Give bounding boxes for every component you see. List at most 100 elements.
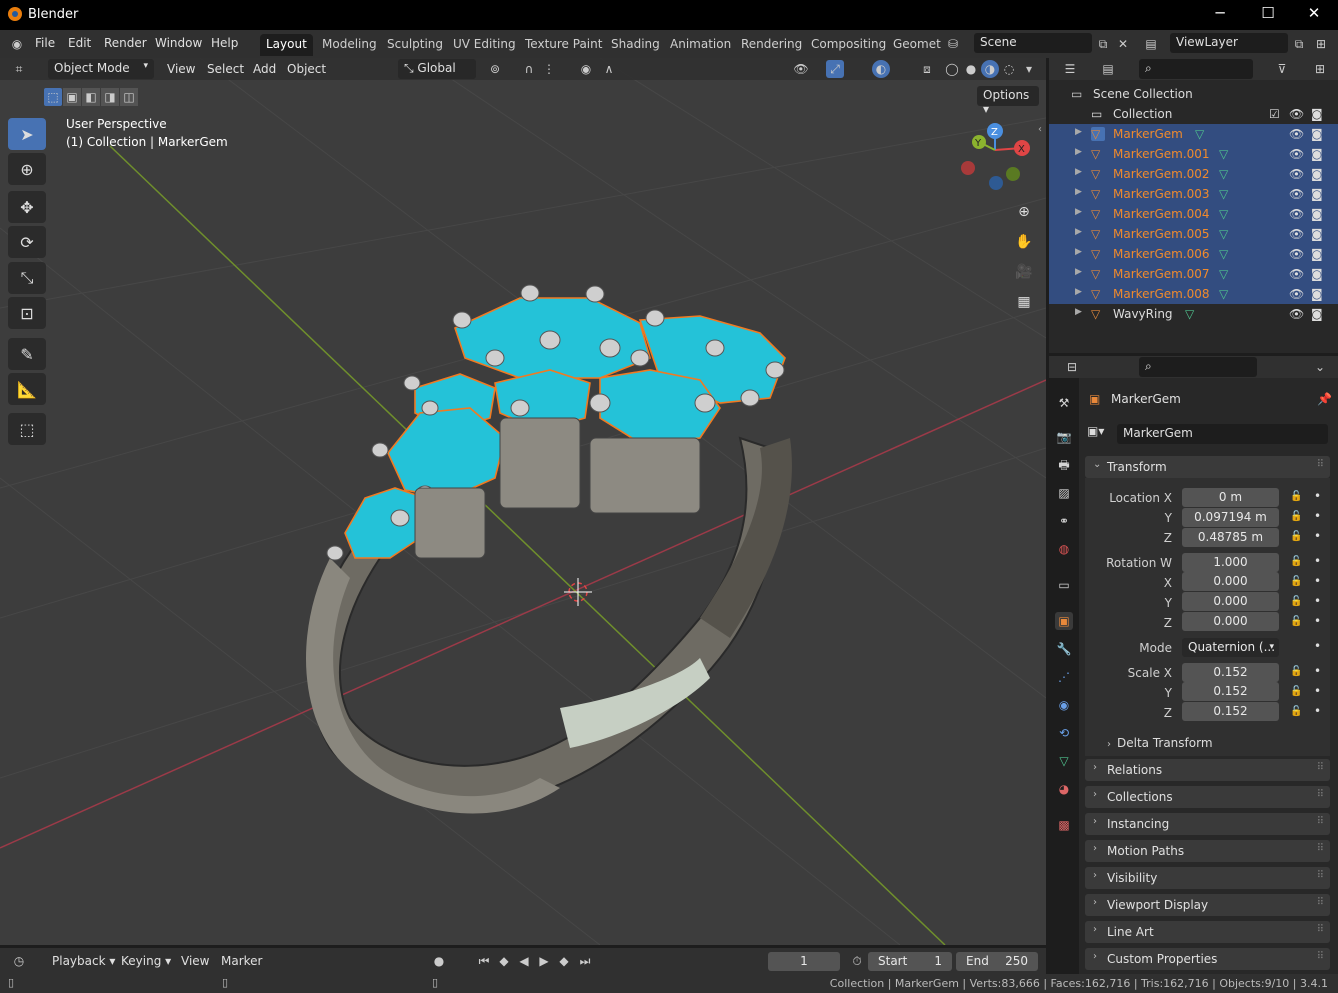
measure-tool[interactable]: 📐 (8, 373, 46, 405)
panel-collections[interactable]: › Collections ⠿ (1085, 786, 1330, 808)
modifier-tab-icon[interactable]: 🔧 (1055, 640, 1073, 658)
panel-instancing[interactable]: › Instancing ⠿ (1085, 813, 1330, 835)
outliner-item[interactable]: ▶ ▽ MarkerGem.005 ▽ 👁 ◙ (1049, 224, 1338, 244)
menu-edit[interactable]: Edit (68, 36, 91, 50)
object-name-field[interactable]: MarkerGem (1117, 424, 1328, 444)
perspective-toggle-icon[interactable]: ▦ (1012, 290, 1036, 314)
rotation-y-field[interactable]: 0.000 (1182, 592, 1279, 611)
options-dropdown[interactable]: Options ▾ (977, 86, 1039, 116)
mesh-data-icon[interactable]: ▽ (1195, 127, 1204, 141)
eye-icon[interactable]: 👁 (1289, 147, 1304, 161)
blender-menu-icon[interactable]: ◉ (8, 35, 26, 53)
rendered-shading-icon[interactable]: ◌ (1000, 60, 1018, 78)
mesh-data-icon[interactable]: ▽ (1219, 187, 1228, 201)
camera-view-icon[interactable]: 🎥 (1012, 260, 1036, 284)
record-icon[interactable]: ● (430, 952, 448, 970)
falloff-icon[interactable]: ∧ (600, 60, 618, 78)
expand-arrow-icon[interactable]: ▶ (1075, 227, 1082, 237)
menu-file[interactable]: File (35, 36, 55, 50)
timeline-menu-marker[interactable]: Marker (221, 954, 262, 968)
expand-arrow-icon[interactable]: ▶ (1075, 307, 1082, 317)
rotation-w-field[interactable]: 1.000 (1182, 553, 1279, 572)
camera-icon[interactable]: ◙ (1311, 127, 1323, 141)
keyframe-dot-icon[interactable]: • (1314, 574, 1321, 588)
expand-arrow-icon[interactable]: ▶ (1075, 287, 1082, 297)
tool-tab-icon[interactable]: ⚒ (1055, 394, 1073, 412)
outliner-item[interactable]: ▶ ▽ MarkerGem.007 ▽ 👁 ◙ (1049, 264, 1338, 284)
menu-help[interactable]: Help (211, 36, 238, 50)
timeline-menu-view[interactable]: View (181, 954, 209, 968)
menu-window[interactable]: Window (155, 36, 202, 50)
location-y-field[interactable]: 0.097194 m (1182, 508, 1279, 527)
lock-icon[interactable]: 🔓 (1290, 706, 1302, 717)
panel-relations[interactable]: › Relations ⠿ (1085, 759, 1330, 781)
editor-type-icon[interactable]: ⌗ (10, 60, 28, 78)
keyframe-dot-icon[interactable]: • (1314, 704, 1321, 718)
prev-keyframe-icon[interactable]: ◆ (495, 952, 513, 970)
rotation-x-field[interactable]: 0.000 (1182, 572, 1279, 591)
lock-icon[interactable]: 🔓 (1290, 666, 1302, 677)
texture-tab-icon[interactable]: ▩ (1055, 816, 1073, 834)
camera-icon[interactable]: ◙ (1311, 187, 1323, 201)
eye-icon[interactable]: 👁 (1289, 247, 1304, 261)
expand-arrow-icon[interactable]: ▶ (1075, 147, 1082, 157)
output-tab-icon[interactable]: 🖶 (1055, 456, 1073, 474)
keyframe-dot-icon[interactable]: • (1314, 554, 1321, 568)
lock-icon[interactable]: 🔓 (1290, 576, 1302, 587)
stopwatch-icon[interactable]: ⏱ (848, 952, 866, 970)
lock-icon[interactable]: 🔓 (1290, 491, 1302, 502)
zoom-icon[interactable]: ⊕ (1012, 200, 1036, 224)
view-layer-tab-icon[interactable]: ▨ (1055, 484, 1073, 502)
select-extend-icon[interactable]: ▣ (63, 88, 81, 106)
visibility-icon[interactable]: 👁 (792, 60, 810, 78)
lock-icon[interactable]: 🔓 (1290, 531, 1302, 542)
select-subtract-icon[interactable]: ◧ (82, 88, 100, 106)
object-browse-icon[interactable]: ▣▾ (1087, 424, 1117, 444)
new-collection-icon[interactable]: ⊞ (1311, 60, 1329, 78)
jump-end-icon[interactable]: ⏭ (576, 952, 594, 970)
expand-arrow-icon[interactable]: ▶ (1075, 167, 1082, 177)
drag-grip-icon[interactable]: ⠿ (1317, 762, 1324, 773)
cursor-tool[interactable]: ⊕ (8, 153, 46, 185)
tab-animation[interactable]: Animation (664, 34, 737, 56)
eye-icon[interactable]: 👁 (1289, 227, 1304, 241)
new-scene-icon[interactable]: ⧉ (1094, 35, 1112, 53)
add-view-layer-icon[interactable]: ⊞ (1312, 35, 1330, 53)
select-box-tool[interactable]: ➤ (8, 118, 46, 150)
viewport-scene[interactable]: X Z Y (0, 58, 1046, 945)
tab-geometry-nodes[interactable]: Geomet (887, 34, 947, 56)
camera-icon[interactable]: ◙ (1311, 247, 1323, 261)
render-tab-icon[interactable]: 📷 (1055, 428, 1073, 446)
current-frame-field[interactable]: 1 (768, 952, 840, 971)
scale-z-field[interactable]: 0.152 (1182, 702, 1279, 721)
view-layer-field[interactable]: ViewLayer (1170, 33, 1288, 53)
jump-start-icon[interactable]: ⏮ (475, 952, 493, 970)
end-frame-field[interactable]: End 250 (956, 952, 1038, 971)
scale-x-field[interactable]: 0.152 (1182, 663, 1279, 682)
tab-compositing[interactable]: Compositing (805, 34, 892, 56)
eye-icon[interactable]: 👁 (1289, 187, 1304, 201)
lock-icon[interactable]: 🔓 (1290, 511, 1302, 522)
viewport-menu-select[interactable]: Select (207, 62, 244, 76)
tab-texture-paint[interactable]: Texture Paint (519, 34, 608, 56)
keyframe-dot-icon[interactable]: • (1314, 684, 1321, 698)
scale-y-field[interactable]: 0.152 (1182, 682, 1279, 701)
view-layer-icon[interactable]: ▤ (1142, 35, 1160, 53)
properties-editor-type-icon[interactable]: ⊟ (1063, 358, 1081, 376)
proportional-edit-icon[interactable]: ◉ (577, 60, 595, 78)
eye-icon[interactable]: 👁 (1289, 207, 1304, 221)
drag-grip-icon[interactable]: ⠿ (1317, 951, 1324, 962)
keyframe-dot-icon[interactable]: • (1314, 664, 1321, 678)
delete-scene-icon[interactable]: ✕ (1114, 35, 1132, 53)
material-tab-icon[interactable]: ◕ (1055, 780, 1073, 798)
eye-icon[interactable]: 👁 (1289, 307, 1304, 321)
expand-arrow-icon[interactable]: ▶ (1075, 127, 1082, 137)
outliner-item[interactable]: ▶ ▽ MarkerGem.002 ▽ 👁 ◙ (1049, 164, 1338, 184)
world-tab-icon[interactable]: ◍ (1055, 540, 1073, 558)
outliner-item[interactable]: ▶ ▽ MarkerGem.004 ▽ 👁 ◙ (1049, 204, 1338, 224)
solid-shading-icon[interactable]: ● (962, 60, 980, 78)
eye-icon[interactable]: 👁 (1289, 107, 1304, 121)
keyframe-dot-icon[interactable]: • (1314, 509, 1321, 523)
panel-custom-properties[interactable]: › Custom Properties ⠿ (1085, 948, 1330, 970)
timeline-menu-playback[interactable]: Playback ▾ (52, 954, 115, 968)
